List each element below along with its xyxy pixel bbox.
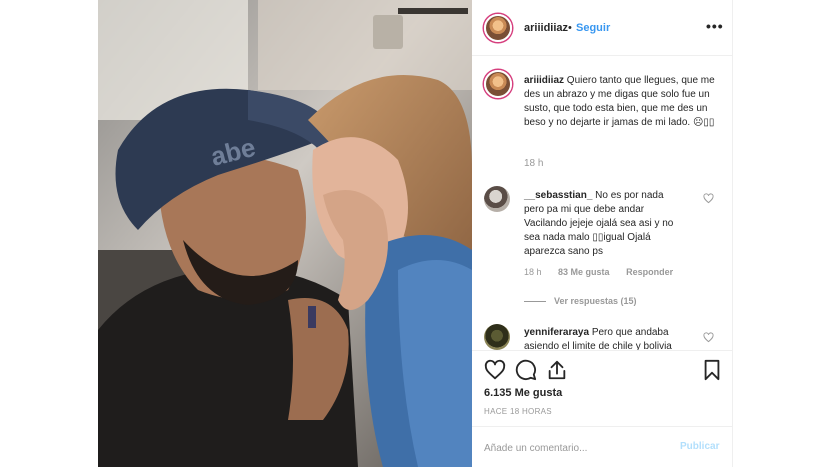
post-actions: 6.135 Me gusta HACE 18 HORAS xyxy=(472,350,733,426)
post-header: ariiidiiaz • Seguir ••• xyxy=(472,0,733,56)
comment-like-heart-icon[interactable] xyxy=(703,193,714,204)
author-avatar[interactable] xyxy=(484,14,512,42)
follow-button[interactable]: Seguir xyxy=(576,22,610,34)
share-icon[interactable] xyxy=(546,359,568,381)
view-replies-button[interactable]: Ver respuestas (15) xyxy=(524,296,637,306)
likes-count[interactable]: 6.135 Me gusta xyxy=(484,387,562,399)
publish-button[interactable]: Publicar xyxy=(680,441,719,452)
post-timestamp: HACE 18 HORAS xyxy=(484,407,552,416)
heart-icon[interactable] xyxy=(484,359,506,381)
comment-meta: 18 h 83 Me gusta Responder xyxy=(524,267,687,277)
comment-avatar[interactable] xyxy=(484,324,510,350)
add-comment-bar: Publicar xyxy=(472,426,733,467)
caption-time: 18 h xyxy=(524,158,544,169)
comment-likes[interactable]: 83 Me gusta xyxy=(558,267,610,277)
reply-button[interactable]: Responder xyxy=(626,267,673,277)
header-separator: • xyxy=(568,22,572,34)
post-photo[interactable]: abe xyxy=(98,0,472,467)
post-side-panel: ariiidiiaz • Seguir ••• ariiidiiaz Quier… xyxy=(472,0,733,467)
caption-avatar[interactable] xyxy=(484,70,512,98)
comment-time: 18 h xyxy=(524,267,542,277)
author-username[interactable]: ariiidiiaz xyxy=(524,22,568,34)
comment-text: __sebasstian_ No es por nada pero pa mi … xyxy=(524,189,674,259)
comment-text: yenniferaraya Pero que andaba asiendo el… xyxy=(524,326,694,350)
comment-like-heart-icon[interactable] xyxy=(703,332,714,343)
comments-list[interactable]: ariiidiiaz Quiero tanto que llegues, que… xyxy=(472,56,733,350)
add-comment-input[interactable] xyxy=(484,439,664,457)
comment-icon[interactable] xyxy=(515,359,537,381)
caption-text: ariiidiiaz Quiero tanto que llegues, que… xyxy=(524,74,724,130)
instagram-post-modal: abe ariiidiiaz • Seguir ••• ariiidiiaz Q… xyxy=(0,0,830,467)
caption-username[interactable]: ariiidiiaz xyxy=(524,75,564,86)
bookmark-icon[interactable] xyxy=(701,359,723,381)
comment-username[interactable]: __sebasstian_ xyxy=(524,190,592,201)
more-options-icon[interactable]: ••• xyxy=(706,18,724,34)
comment-avatar[interactable] xyxy=(484,186,510,212)
comment-username[interactable]: yenniferaraya xyxy=(524,327,589,338)
post-photo-illustration: abe xyxy=(98,0,472,467)
